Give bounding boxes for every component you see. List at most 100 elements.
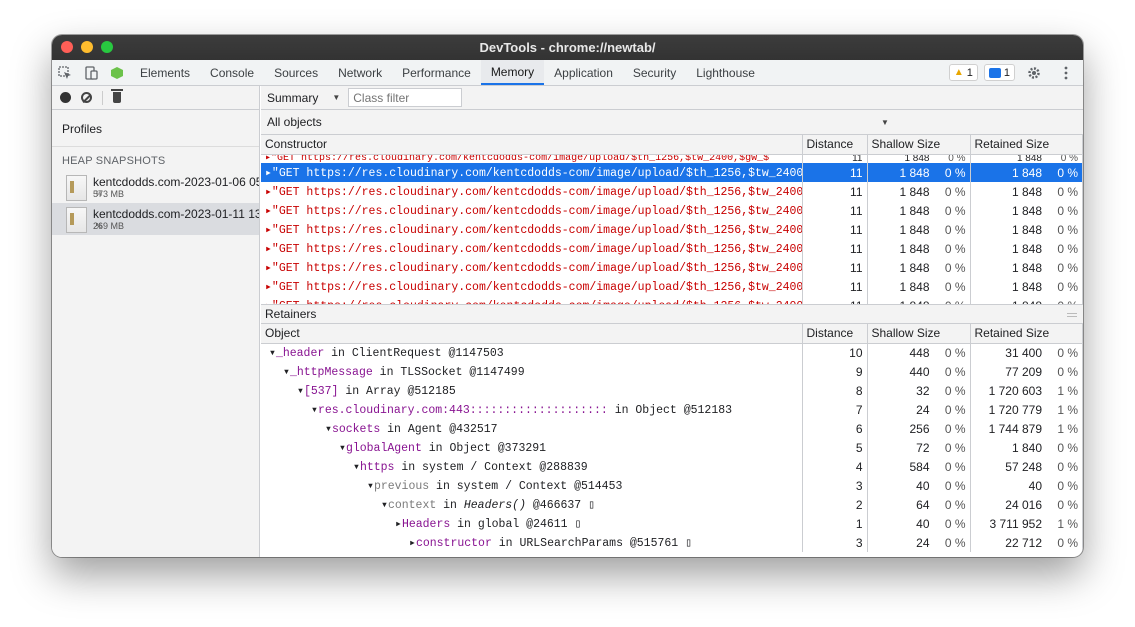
kebab-menu-icon[interactable] [1053,66,1079,80]
retainer-owner: in Agent @432517 [380,423,498,436]
expanded-arrow-icon[interactable]: ▾ [283,366,290,379]
tab-sources[interactable]: Sources [264,60,328,85]
dropdown-caret-icon: ▼ [881,118,889,127]
expanded-arrow-icon[interactable]: ▾ [381,499,388,512]
resize-grip-icon[interactable] [1067,313,1077,317]
tab-elements[interactable]: Elements [130,60,200,85]
table-row[interactable]: ▸"GET https://res.cloudinary.com/kentcdo… [261,163,1083,182]
shallow-size-cell: 1 848 0 % [867,182,971,201]
table-row[interactable]: ▾https in system / Context @288839 4 584 0 … [261,457,1083,476]
retained-size-cell: 1 848 0 % [970,258,1083,277]
objects-select[interactable]: All objects ▼ [261,110,1083,135]
retained-size-cell-percent: 0 % [1057,222,1078,237]
shallow-size-cell-value: 1 848 [899,279,930,294]
collapsed-arrow-icon[interactable]: ▸ [409,537,416,550]
table-row[interactable]: ▸"GET https://res.cloudinary.com/kentcdo… [261,277,1083,296]
title-bar: DevTools - chrome://newtab/ [52,35,1083,60]
table-row[interactable]: ▾sockets in Agent @432517 6 256 0 % 1 744 87… [261,419,1083,438]
column-header-object[interactable]: Object [261,324,803,344]
retainer-property: [537] [303,385,339,398]
constructor-name: ▸"GET https://res.cloudinary.com/kentcdo… [265,224,802,237]
column-header-distance[interactable]: Distance [802,324,868,344]
shallow-size-cell: 584 0 % [867,457,971,476]
expanded-arrow-icon[interactable]: ▾ [311,404,318,417]
table-row[interactable]: ▸"GET https://res.cloudinary.com/kentcdo… [261,239,1083,258]
column-header-distance[interactable]: Distance [802,135,868,155]
retainer-owner: in URLSearchParams @515761 ▯ [491,537,693,550]
shallow-size-cell-value: 72 [916,440,930,455]
tab-network[interactable]: Network [328,60,392,85]
retained-size-cell-percent: 0 % [1057,345,1078,360]
shallow-size-cell-percent: 0 % [944,222,966,237]
retained-size-cell-value: 1 848 [1011,279,1042,294]
table-row[interactable]: ▸"GET https://res.cloudinary.com/kentcdo… [261,296,1083,304]
trash-icon[interactable] [111,89,123,103]
shallow-size-cell-percent: 0 % [948,154,966,163]
column-header-retained-size[interactable]: Retained Size [970,324,1083,344]
distance-cell: 2 [802,495,868,514]
device-toolbar-icon[interactable] [78,60,104,85]
tab-performance[interactable]: Performance [392,60,481,85]
record-icon[interactable] [60,92,71,103]
tab-application[interactable]: Application [544,60,623,85]
node-devtools-icon[interactable] [104,60,130,85]
tab-lighthouse[interactable]: Lighthouse [686,60,765,85]
class-filter-input[interactable] [348,88,463,107]
column-header-shallow-size[interactable]: Shallow Size [867,135,971,155]
table-row[interactable]: ▸"GET https://res.cloudinary.com/kentcdo… [261,201,1083,220]
column-header-constructor[interactable]: Constructor [261,135,803,155]
object-cell: ▾res.cloudinary.com:443:::::::::::::::::… [261,400,803,419]
snapshot-item-selected[interactable]: % kentcdodds.com-2023-01-11 13 269 MB [52,203,259,235]
table-row[interactable]: ▸"GET https://res.cloudinary.com/kentcdo… [261,182,1083,201]
expanded-arrow-icon[interactable]: ▾ [297,385,304,398]
retainer-property: _header [275,347,325,361]
snapshot-item[interactable]: % kentcdodds.com-2023-01-06 05 573 MB [52,171,259,203]
expanded-arrow-icon[interactable]: ▾ [325,423,332,436]
minimize-window-button[interactable] [81,41,93,53]
tab-security[interactable]: Security [623,60,686,85]
zoom-window-button[interactable] [101,41,113,53]
view-select[interactable]: Summary ▼ [267,91,340,105]
profiles-toolbar [52,86,259,110]
gear-icon[interactable] [1021,66,1047,80]
constructor-name: ▸"GET https://res.cloudinary.com/kentcdo… [265,154,770,163]
retained-size-cell-value: 1 848 [1011,241,1042,256]
expanded-arrow-icon[interactable]: ▾ [353,461,360,474]
table-row[interactable]: ▾_httpMessage in TLSSocket @1147499 9 440 0… [261,362,1083,381]
column-header-retained-size[interactable]: Retained Size [970,135,1083,155]
table-row[interactable]: ▾res.cloudinary.com:443:::::::::::::::::… [261,400,1083,419]
constructor-cell: ▸"GET https://res.cloudinary.com/kentcdo… [261,277,803,296]
expanded-arrow-icon[interactable]: ▾ [367,480,374,493]
inspect-element-icon[interactable] [52,60,78,85]
window-controls [61,41,113,53]
column-header-shallow-size[interactable]: Shallow Size [867,324,971,344]
warnings-count: 1 [966,66,973,79]
table-row[interactable]: ▾_header in ClientRequest @1147503 10 448 0… [261,343,1083,362]
table-row[interactable]: ▸"GET https://res.cloudinary.com/kentcdo… [261,258,1083,277]
shallow-size-cell: 40 0 % [867,514,971,533]
close-window-button[interactable] [61,41,73,53]
table-row[interactable]: ▾globalAgent in Object @373291 5 72 0 % 1 84… [261,438,1083,457]
table-row[interactable]: ▾context in Headers() @466637 ▯ 2 64 0 % 24 … [261,495,1083,514]
table-row[interactable]: ▾[537] in Array @512185 8 32 0 % 1 720 603 1 … [261,381,1083,400]
expanded-arrow-icon[interactable]: ▾ [269,347,276,360]
table-row[interactable]: ▸constructor in URLSearchParams @515761 … [261,533,1083,552]
distance-cell: 11 [802,201,868,220]
shallow-size-cell: 1 848 0 % [867,258,971,277]
table-row[interactable]: ▸"GET https://res.cloudinary.com/kentcdo… [261,154,1083,163]
constructor-cell: ▸"GET https://res.cloudinary.com/kentcdo… [261,296,803,304]
table-row[interactable]: ▸"GET https://res.cloudinary.com/kentcdo… [261,220,1083,239]
shallow-size-cell-percent: 0 % [944,497,966,512]
expanded-arrow-icon[interactable]: ▾ [339,442,346,455]
object-cell: ▸Headers in global @24611 ▯ [261,514,803,533]
tab-memory[interactable]: Memory [480,60,545,85]
clear-icon[interactable] [81,92,92,103]
collapsed-arrow-icon[interactable]: ▸ [395,518,402,531]
warnings-badge[interactable]: ▲ 1 [948,64,978,81]
table-row[interactable]: ▸Headers in global @24611 ▯ 1 40 0 % 3 711 9… [261,514,1083,533]
table-row[interactable]: ▾previous in system / Context @514453 3 40… [261,476,1083,495]
tab-console[interactable]: Console [200,60,264,85]
messages-badge[interactable]: 1 [983,64,1015,81]
shallow-size-cell-value: 440 [909,364,930,379]
snapshot-icon: % [66,175,102,201]
